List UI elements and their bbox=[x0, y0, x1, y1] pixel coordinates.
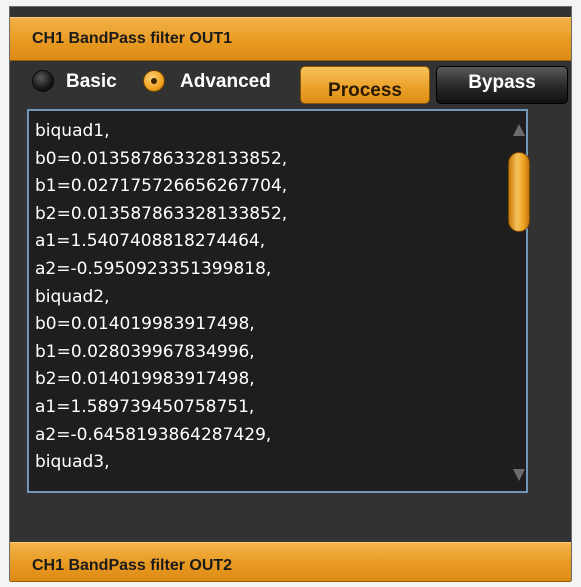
vertical-scrollbar[interactable] bbox=[507, 113, 531, 493]
coefficients-textarea[interactable]: biquad1, b0=0.013587863328133852, b1=0.027… bbox=[27, 109, 528, 493]
panel-header-out1[interactable]: CH1 BandPass filter OUT1 bbox=[10, 17, 571, 61]
coefficient-line: biquad3, bbox=[35, 452, 110, 473]
coefficients-text: biquad1, b0=0.013587863328133852, b1=0.027… bbox=[35, 118, 287, 477]
coefficient-line: b0=0.014019983917498, bbox=[35, 314, 255, 335]
coefficient-line: a1=1.5407408818274464, bbox=[35, 231, 266, 252]
coefficient-line: b0=0.013587863328133852, bbox=[35, 148, 288, 169]
bypass-button[interactable]: Bypass bbox=[436, 66, 568, 104]
coefficient-line: biquad1, bbox=[35, 121, 110, 141]
advanced-radio-label[interactable]: Advanced bbox=[180, 71, 271, 93]
coefficient-line: b1=0.028039967834996, bbox=[35, 341, 255, 362]
coefficient-line: b2=0.014019983917498, bbox=[35, 369, 255, 390]
coefficient-line: a1=1.589739450758751, bbox=[35, 396, 255, 417]
triangle-down-icon[interactable] bbox=[513, 469, 525, 481]
panel-header-title-next: CH1 BandPass filter OUT2 bbox=[32, 557, 233, 574]
basic-radio-label[interactable]: Basic bbox=[66, 71, 117, 93]
coefficient-line: b1=0.027175726656267704, bbox=[35, 176, 288, 197]
panel-header-title: CH1 BandPass filter OUT1 bbox=[32, 30, 233, 47]
coefficient-line: b2=0.013587863328133852, bbox=[35, 203, 288, 224]
scroll-thumb[interactable] bbox=[508, 152, 530, 232]
advanced-radio[interactable] bbox=[143, 70, 165, 92]
triangle-up-icon[interactable] bbox=[513, 124, 525, 136]
panel-header-out2[interactable]: CH1 BandPass filter OUT2 bbox=[10, 542, 571, 582]
coefficient-line: a2=-0.5950923351399818, bbox=[35, 258, 272, 279]
filter-panel: CH1 BandPass filter OUT1 Basic Advanced … bbox=[9, 6, 572, 582]
coefficient-line: a2=-0.6458193864287429, bbox=[35, 424, 272, 445]
coefficient-line: biquad2, bbox=[35, 286, 110, 307]
process-button[interactable]: Process bbox=[300, 66, 430, 104]
basic-radio[interactable] bbox=[32, 70, 54, 92]
